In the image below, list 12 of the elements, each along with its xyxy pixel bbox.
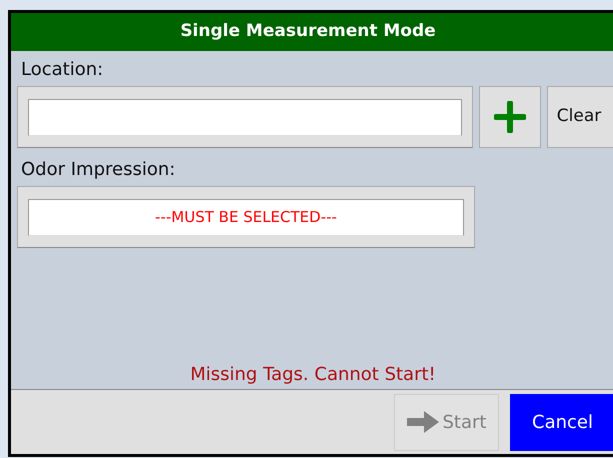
odor-impression-value: ---MUST BE SELECTED--- — [28, 198, 464, 236]
add-button[interactable] — [479, 86, 541, 148]
arrow-icon — [406, 411, 438, 433]
window-title: Single Measurement Mode — [11, 13, 613, 51]
status-message: Missing Tags. Cannot Start! — [190, 363, 437, 387]
plus-icon — [494, 101, 526, 133]
location-field[interactable] — [17, 86, 473, 148]
odor-impression-selector[interactable]: ---MUST BE SELECTED--- — [17, 186, 475, 248]
odor-impression-label: Odor Impression: — [21, 158, 176, 182]
clear-button[interactable]: Clear — [547, 86, 613, 148]
cancel-button[interactable]: Cancel — [510, 394, 613, 450]
location-label: Location: — [21, 58, 104, 82]
